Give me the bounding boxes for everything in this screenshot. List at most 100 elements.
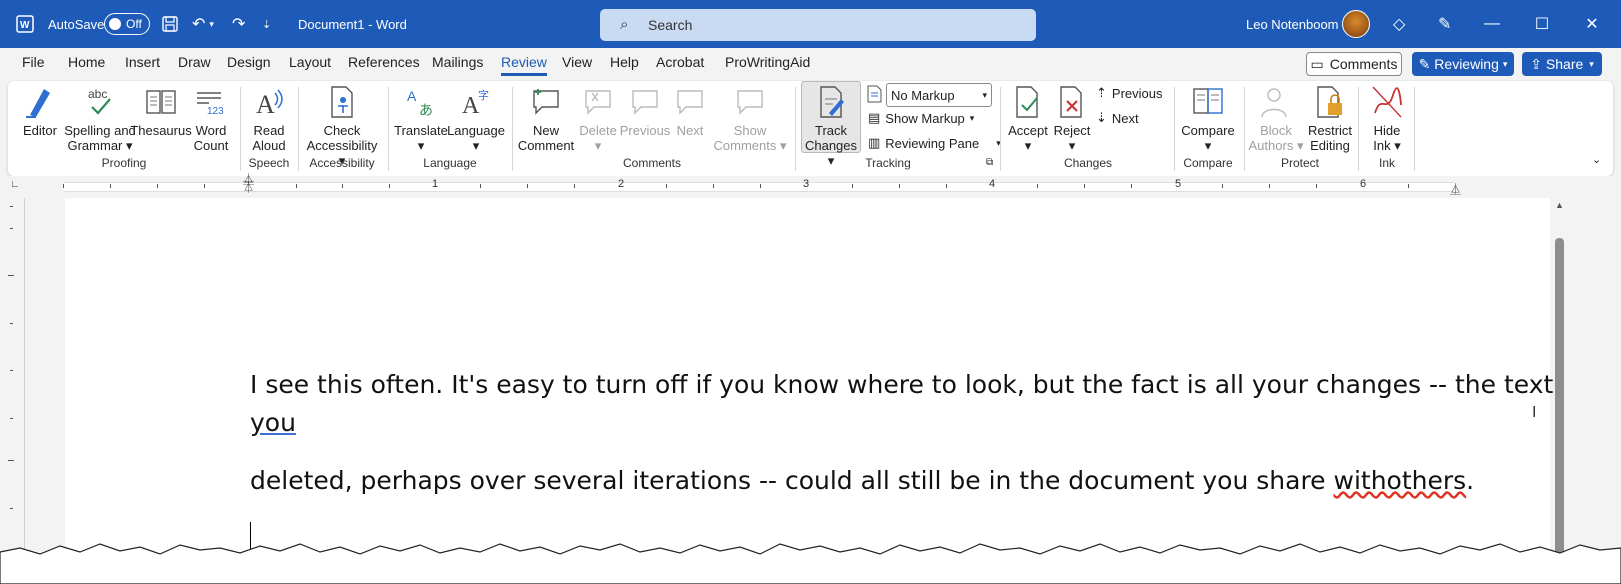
autosave-toggle[interactable]: Off [104, 0, 150, 48]
group-ink: Ink [1378, 156, 1395, 170]
tab-stop-selector-icon[interactable]: ∟ [10, 179, 20, 190]
minimize-button[interactable]: — [1469, 0, 1515, 48]
reject-button[interactable]: Reject ▾ [1052, 83, 1092, 153]
accept-button[interactable]: Accept ▾ [1006, 83, 1050, 153]
group-language: Language [423, 156, 477, 170]
tab-prowritingaid[interactable]: ProWritingAid [725, 54, 810, 76]
delete-comment-button[interactable]: Delete ▾ [579, 83, 617, 153]
paragraph-line-1[interactable]: I see this often. It's easy to turn off … [250, 370, 1553, 399]
tab-mailings[interactable]: Mailings [432, 54, 483, 76]
tab-file[interactable]: File [22, 54, 45, 76]
reviewing-pane-button[interactable]: ▥ Reviewing Pane ▾ [868, 135, 1001, 151]
tab-draw[interactable]: Draw [178, 54, 211, 76]
ruler-tick [574, 184, 575, 188]
maximize-button[interactable]: ☐ [1519, 0, 1565, 48]
word-app-icon[interactable]: W [16, 0, 34, 48]
scrollbar-thumb[interactable] [1555, 238, 1564, 568]
tracking-launcher-icon[interactable]: ⧉ [986, 157, 993, 168]
restrict-editing-button[interactable]: Restrict Editing [1306, 83, 1354, 153]
ruler-number: 2 [618, 178, 625, 190]
ruler-tick [1222, 184, 1223, 188]
ruler-number: 4 [989, 178, 996, 190]
track-changes-label: Track Changes ▾ [801, 83, 861, 168]
ruler-tick [1316, 184, 1317, 188]
collapse-ribbon-icon[interactable]: ⌄ [1592, 153, 1601, 166]
previous-change-button[interactable]: ⇡ Previous [1096, 85, 1162, 101]
customize-qat-icon[interactable]: ⇣ [262, 0, 271, 48]
share-button[interactable]: ⇪ Share ▾ [1522, 52, 1602, 76]
close-button[interactable]: ✕ [1569, 0, 1615, 48]
comment-icon: ▭ [1310, 55, 1324, 72]
group-comments: Comments [622, 156, 681, 170]
separator [1174, 87, 1175, 171]
user-name[interactable]: Leo Notenboom [1246, 0, 1339, 48]
next-comment-icon [674, 83, 706, 121]
editor-button[interactable]: Editor [22, 83, 58, 138]
tab-insert[interactable]: Insert [125, 54, 160, 76]
show-markup-button[interactable]: ▤ Show Markup ▾ [868, 110, 974, 126]
redo-icon[interactable]: ↷ [232, 0, 245, 48]
torn-edge [0, 543, 1621, 584]
block-authors-button[interactable]: Block Authors ▾ [1248, 83, 1304, 153]
ruler-tick [666, 184, 667, 188]
ruler-tick [342, 184, 343, 188]
compare-button[interactable]: Compare ▾ [1178, 83, 1238, 153]
spelling-grammar-button[interactable]: abc Spelling and Grammar ▾ [63, 83, 137, 153]
user-avatar[interactable] [1342, 0, 1370, 48]
scroll-up-icon[interactable]: ▲ [1555, 200, 1564, 210]
tab-acrobat[interactable]: Acrobat [656, 54, 704, 76]
ruler-tick [1131, 184, 1132, 188]
previous-change-icon: ⇡ [1096, 85, 1107, 100]
pen-icon[interactable]: ✎ [1438, 0, 1451, 48]
tab-help[interactable]: Help [610, 54, 639, 76]
diamond-icon[interactable]: ◇ [1393, 0, 1405, 48]
group-changes: Changes [1063, 156, 1113, 170]
comments-button[interactable]: ▭ Comments [1306, 52, 1402, 76]
show-comments-button[interactable]: Show Comments ▾ [712, 83, 788, 153]
ruler-tick [480, 184, 481, 188]
group-proofing: Proofing [101, 156, 147, 170]
ruler-tick [157, 184, 158, 188]
language-button[interactable]: A字 Language ▾ [447, 83, 505, 153]
tab-layout[interactable]: Layout [289, 54, 331, 76]
hide-ink-button[interactable]: Hide Ink ▾ [1364, 83, 1410, 153]
svg-text:A: A [256, 90, 275, 119]
next-comment-button[interactable]: Next [672, 83, 708, 138]
tab-design[interactable]: Design [227, 54, 271, 76]
indent-marker-icon[interactable]: ⏅ ⏄ [243, 175, 254, 194]
separator [795, 87, 796, 171]
reviewing-button[interactable]: ✎ Reviewing ▾ [1412, 52, 1514, 76]
language-icon: A字 [460, 83, 492, 121]
paragraph-line-2[interactable]: you [250, 408, 296, 437]
undo-icon[interactable]: ↶ ▾ [192, 0, 214, 48]
right-indent-marker-icon[interactable]: ⏅ [1450, 181, 1461, 197]
translate-button[interactable]: Aあ Translate ▾ [394, 83, 448, 153]
previous-comment-button[interactable]: Previous [620, 83, 670, 138]
next-change-button[interactable]: ⇣ Next [1096, 110, 1139, 126]
vertical-scrollbar[interactable]: ▲ [1551, 198, 1569, 568]
tab-references[interactable]: References [348, 54, 420, 76]
word-count-button[interactable]: 123 Word Count [191, 83, 231, 153]
ruler-tick [110, 184, 111, 188]
svg-text:123: 123 [207, 106, 224, 117]
ruler-tick [760, 184, 761, 188]
markup-select[interactable]: No Markup ▾ [886, 83, 992, 107]
new-comment-button[interactable]: New Comment [516, 83, 576, 153]
ruler-tick [1408, 184, 1409, 188]
tab-review[interactable]: Review [501, 54, 547, 76]
ruler-tick [946, 184, 947, 188]
thesaurus-button[interactable]: Thesaurus [130, 83, 192, 138]
search-box[interactable]: ⌕ Search [600, 9, 1036, 41]
horizontal-ruler[interactable]: ∟ ⏅ ⏄ 1 2 3 4 5 6 ⏅ [0, 175, 1621, 198]
show-markup-icon: ▤ [868, 110, 881, 125]
read-aloud-button[interactable]: A Read Aloud [246, 83, 292, 153]
svg-text:字: 字 [478, 88, 489, 102]
tab-view[interactable]: View [562, 54, 592, 76]
paragraph-line-3[interactable]: deleted, perhaps over several iterations… [250, 466, 1474, 495]
tab-home[interactable]: Home [68, 54, 105, 76]
save-icon[interactable] [162, 0, 178, 48]
misspelled-word[interactable]: withothers [1334, 466, 1467, 495]
reviewing-pane-icon: ▥ [868, 135, 881, 150]
markup-icon [866, 85, 882, 103]
ruler-tick [204, 184, 205, 188]
